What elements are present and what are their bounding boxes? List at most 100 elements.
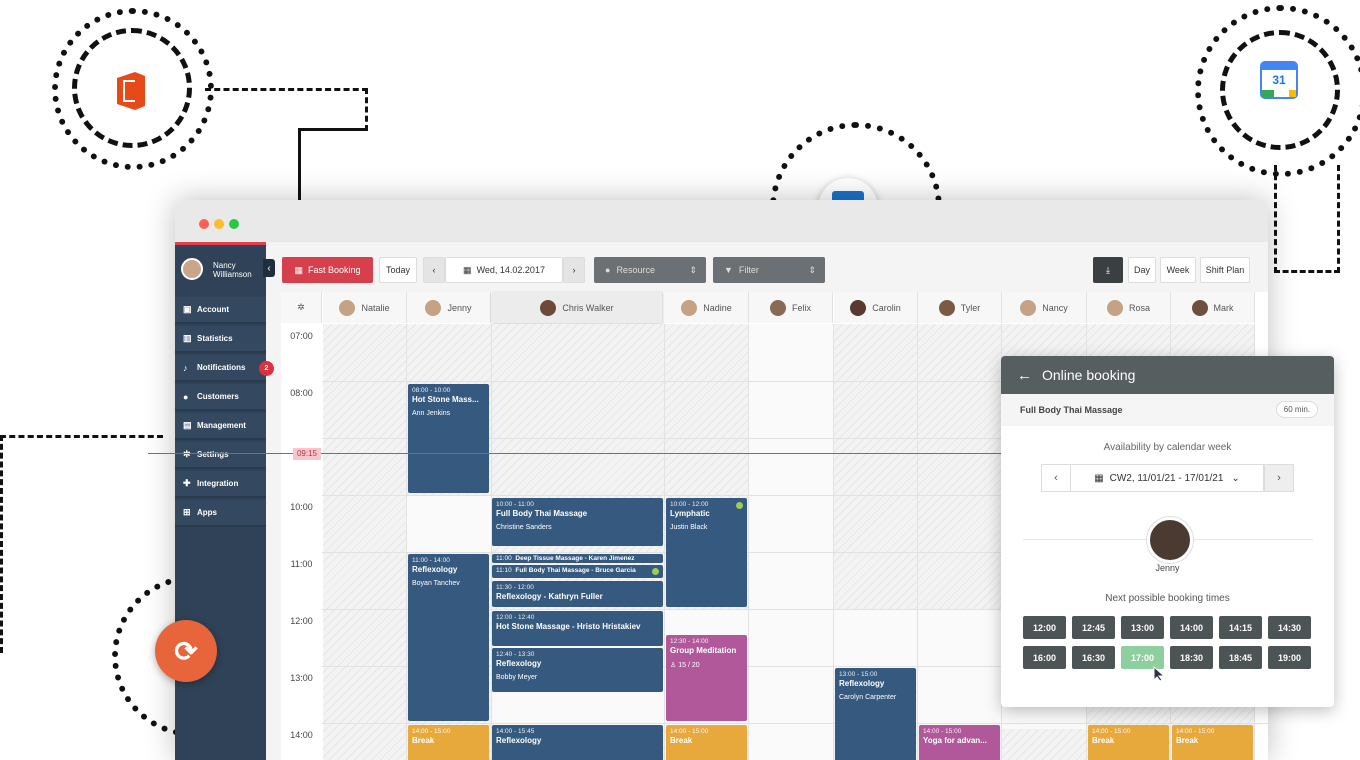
avatar bbox=[540, 299, 557, 316]
avatar bbox=[425, 299, 442, 316]
title-bar bbox=[175, 200, 1268, 242]
close-window-dot[interactable] bbox=[199, 219, 209, 229]
staff-column-header[interactable]: Nancy bbox=[1002, 292, 1087, 323]
staff-column-header[interactable]: Tyler bbox=[918, 292, 1002, 323]
person-icon: ● bbox=[183, 391, 189, 402]
staff-name: Jenny bbox=[1155, 563, 1180, 573]
sidebar-item-settings[interactable]: ✲ Settings bbox=[175, 442, 266, 469]
avatar bbox=[681, 299, 698, 316]
online-booking-panel: ← Online booking Full Body Thai Massage … bbox=[1001, 356, 1334, 707]
sidebar-item-account[interactable]: ▣ Account bbox=[175, 297, 266, 324]
google-calendar-icon: 31 bbox=[1262, 63, 1296, 97]
available-slot[interactable] bbox=[834, 609, 917, 669]
sidebar-item-integration[interactable]: ✚ Integration bbox=[175, 471, 266, 498]
today-button[interactable]: Today bbox=[379, 257, 417, 283]
time-slot-button[interactable]: 16:00 bbox=[1023, 646, 1066, 669]
group-appointment[interactable]: 12:30 - 14:00 Group Meditation ♙ 15 / 20 bbox=[666, 635, 747, 721]
maximize-window-dot[interactable] bbox=[229, 219, 239, 229]
staff-column-header[interactable]: Jenny bbox=[407, 292, 491, 323]
time-slot-button[interactable]: 13:00 bbox=[1121, 616, 1164, 639]
calendar-icon: ▦ bbox=[463, 264, 472, 275]
available-slot[interactable] bbox=[407, 495, 491, 552]
staff-column-header[interactable]: Nadine bbox=[665, 292, 749, 323]
user-first-name: Nancy bbox=[213, 261, 236, 270]
break-block[interactable]: 14:00 - 15:00 Break bbox=[666, 725, 747, 760]
sidebar-item-customers[interactable]: ● Customers bbox=[175, 384, 266, 411]
sidebar-item-notifications[interactable]: ♪ Notifications 2 bbox=[175, 355, 274, 382]
prev-week-button[interactable]: ‹ bbox=[1041, 464, 1071, 492]
week-select[interactable]: ▦ CW2, 11/01/21 - 17/01/21 ⌄ bbox=[1071, 464, 1264, 492]
break-block[interactable]: 14:00 - 15:00 Break bbox=[1172, 725, 1253, 760]
resource-select[interactable]: ● Resource ⇕ bbox=[594, 257, 706, 283]
settings-gear-header[interactable]: ✲ bbox=[281, 292, 322, 323]
collapse-sidebar-button[interactable]: ‹ bbox=[263, 259, 275, 277]
staff-column-header[interactable]: Felix bbox=[749, 292, 833, 323]
appointment[interactable]: 11:00 Deep Tissue Massage - Karen Jimene… bbox=[492, 554, 663, 563]
appointment[interactable]: 12:00 - 12:40 Hot Stone Massage - Hristo … bbox=[492, 611, 663, 646]
appointment[interactable]: 12:40 - 13:30 Reflexology Bobby Meyer bbox=[492, 648, 663, 692]
shift-plan-button[interactable]: Shift Plan bbox=[1200, 257, 1250, 283]
time-slot-button[interactable]: 14:15 bbox=[1219, 616, 1262, 639]
staff-column-header[interactable]: Natalie bbox=[323, 292, 407, 323]
day-view-button[interactable]: Day bbox=[1128, 257, 1156, 283]
user-last-name: Williamson bbox=[213, 270, 252, 279]
person-icon: ♙ bbox=[670, 662, 677, 669]
group-appointment[interactable]: 14:00 - 15:00 Yoga for advan... bbox=[919, 725, 1000, 760]
appointment[interactable]: 13:00 - 15:00 Reflexology Carolyn Carpente… bbox=[835, 668, 916, 760]
break-block[interactable]: 14:00 - 15:00 Break bbox=[1088, 725, 1169, 760]
current-time-line bbox=[148, 453, 1018, 454]
appointment[interactable]: 10:00 - 11:00 Full Body Thai Massage Chris… bbox=[492, 498, 663, 546]
time-slot-button[interactable]: 18:45 bbox=[1219, 646, 1262, 669]
appointment[interactable]: 10:00 - 12:00 Lymphatic Justin Black bbox=[666, 498, 747, 607]
chart-icon: ▥ bbox=[183, 333, 192, 343]
fast-booking-button[interactable]: ▦ Fast Booking bbox=[282, 257, 373, 283]
time-slot-button[interactable]: 16:30 bbox=[1072, 646, 1115, 669]
next-date-button[interactable]: › bbox=[563, 257, 585, 283]
download-button[interactable]: ⤓ bbox=[1093, 257, 1123, 283]
staff-column-header[interactable]: Rosa bbox=[1087, 292, 1171, 323]
appointment[interactable]: 14:00 - 15:45 Reflexology bbox=[492, 725, 663, 760]
avatar bbox=[850, 299, 867, 316]
sync-icon: ⟳ bbox=[174, 635, 198, 667]
time-label: 08:00 bbox=[290, 388, 313, 398]
week-view-button[interactable]: Week bbox=[1160, 257, 1196, 283]
time-slot-button[interactable]: 18:30 bbox=[1170, 646, 1213, 669]
sidebar-item-apps[interactable]: ⊞ Apps bbox=[175, 500, 266, 527]
avatar bbox=[339, 299, 356, 316]
sidebar-item-statistics[interactable]: ▥ Statistics bbox=[175, 326, 266, 353]
time-slot-button[interactable]: 14:30 bbox=[1268, 616, 1311, 639]
staff-column-header[interactable]: Chris Walker bbox=[492, 292, 663, 323]
available-slot[interactable] bbox=[918, 609, 1001, 729]
user-profile[interactable]: Nancy Williamson ‹ bbox=[175, 245, 275, 291]
gcal-connector bbox=[1274, 165, 1340, 273]
avatar bbox=[769, 299, 786, 316]
staff-column[interactable] bbox=[323, 324, 407, 760]
date-picker[interactable]: ▦ Wed, 14.02.2017 bbox=[445, 257, 563, 283]
time-slot-button[interactable]: 12:45 bbox=[1072, 616, 1115, 639]
avatar bbox=[1147, 517, 1193, 563]
sync-button[interactable]: ⟳ bbox=[155, 620, 217, 682]
chevron-updown-icon: ⇕ bbox=[689, 264, 697, 275]
staff-column-header[interactable]: Carolin bbox=[834, 292, 918, 323]
appointment[interactable]: 11:30 - 12:00 Reflexology - Kathryn Fulle… bbox=[492, 581, 663, 607]
filter-select[interactable]: ▼ Filter ⇕ bbox=[713, 257, 825, 283]
minimize-window-dot[interactable] bbox=[214, 219, 224, 229]
sidebar: Nancy Williamson ‹ ▣ Account ▥ Statistics … bbox=[175, 242, 275, 760]
building-icon: ▤ bbox=[183, 420, 192, 430]
briefcase-icon: ▣ bbox=[183, 304, 192, 314]
grid-icon: ⊞ bbox=[183, 507, 191, 517]
time-slot-button[interactable]: 12:00 bbox=[1023, 616, 1066, 639]
staff-column[interactable] bbox=[749, 324, 834, 760]
time-slot-button[interactable]: 19:00 bbox=[1268, 646, 1311, 669]
time-slot-button[interactable]: 14:00 bbox=[1170, 616, 1213, 639]
break-block[interactable]: 14:00 - 15:00 Break bbox=[408, 725, 489, 760]
prev-date-button[interactable]: ‹ bbox=[423, 257, 445, 283]
next-week-button[interactable]: › bbox=[1264, 464, 1294, 492]
person-icon: ● bbox=[605, 265, 611, 275]
appointment[interactable]: 11:00 - 14:00 Reflexology Boyan Tanchev bbox=[408, 554, 489, 721]
staff-column-header[interactable]: Mark bbox=[1171, 292, 1255, 323]
sidebar-item-management[interactable]: ▤ Management bbox=[175, 413, 266, 440]
appointment[interactable]: 08:00 - 10:00 Hot Stone Mass... Ann Jenkin… bbox=[408, 384, 489, 493]
appointment[interactable]: 11:10 Full Body Thai Massage - Bruce Gar… bbox=[492, 565, 663, 578]
back-arrow-icon[interactable]: ← bbox=[1017, 367, 1032, 384]
